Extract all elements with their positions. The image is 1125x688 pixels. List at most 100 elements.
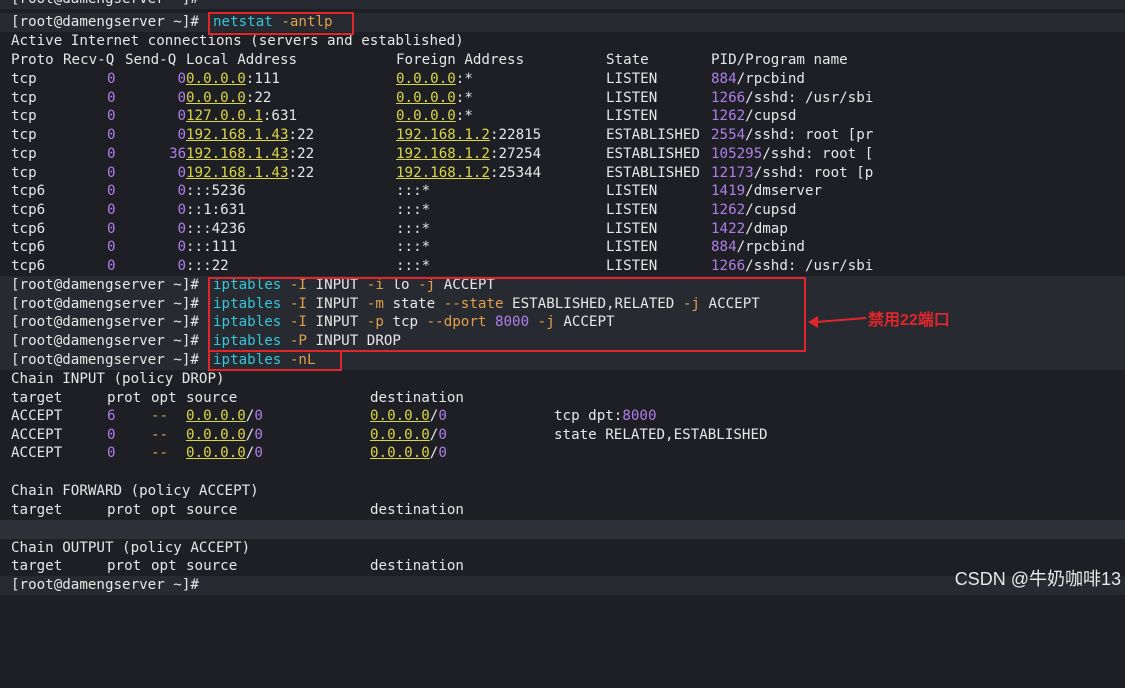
cell-foreign-address: 0.0.0.0:* [396, 89, 473, 106]
chain-output-header: Chain OUTPUT (policy ACCEPT) [0, 539, 1125, 558]
cell-recvq: 0 [107, 239, 116, 256]
cell-proto: tcp6 [11, 183, 46, 200]
annotation-label: 禁用22端口 [868, 312, 950, 329]
col-target: target [11, 390, 63, 406]
prompt-line: [root@damengserver ~]# iptables -nL [0, 351, 1125, 370]
cell-state: LISTEN [606, 71, 658, 87]
chain-header-text: Chain FORWARD (policy ACCEPT) [11, 483, 259, 499]
col-source: source [186, 390, 238, 406]
col-pid-program: PID/Program name [711, 52, 848, 68]
cell-destination: 0.0.0.0/0 [370, 426, 447, 443]
cell-state: LISTEN [606, 183, 658, 200]
cell-foreign-address: :::* [396, 220, 431, 237]
chain-cols: target prot opt source destination [0, 501, 1125, 520]
chain-header-text: Chain INPUT (policy DROP) [11, 371, 225, 387]
cell-local-address: 192.168.1.43:22 [186, 164, 315, 181]
cell-prot: 0 [107, 445, 116, 462]
prompt: [root@damengserver ~]# [11, 577, 199, 593]
cell-sendq: 0 [177, 201, 187, 218]
col-destination: destination [370, 390, 464, 406]
netstat-row: tcp6 0 0:::4236:::* LISTEN 1422/dmap [0, 219, 1125, 239]
cell-pid-program: 1266/sshd: /usr/sbi [711, 89, 874, 106]
cell-sendq: 0 [177, 164, 187, 181]
cell-foreign-address: :::* [396, 183, 431, 200]
cell-state: ESTABLISHED [606, 164, 700, 181]
col-target: target [11, 502, 63, 518]
col-sendq: Send-Q [125, 52, 177, 68]
cell-proto: tcp [11, 164, 37, 181]
cell-state: LISTEN [606, 89, 658, 106]
cell-proto: tcp [11, 108, 37, 125]
cell-foreign-address: 192.168.1.2:25344 [396, 164, 542, 181]
cell-foreign-address: 0.0.0.0:* [396, 71, 473, 87]
cell-pid-program: 1419/dmserver [711, 183, 823, 200]
cell-foreign-address: 192.168.1.2:27254 [396, 145, 542, 162]
cell-state: ESTABLISHED [606, 145, 700, 162]
cell-source: 0.0.0.0/0 [186, 408, 263, 424]
prompt: [root@damengserver ~]# [11, 277, 199, 293]
cell-recvq: 0 [107, 220, 116, 237]
cell-local-address: 0.0.0.0:22 [186, 89, 272, 106]
chain-rule-row: ACCEPT 0 -- 0.0.0.0/0 0.0.0.0/0 state RELATED… [0, 425, 1125, 445]
netstat-row: tcp 0 0 0.0.0.0:111 0.0.0.0:* LISTEN 884/rpcbi… [0, 70, 1125, 89]
col-local-address: Local Address [186, 52, 298, 68]
cell-state: LISTEN [606, 201, 658, 218]
netstat-row: tcp6 0 0:::111:::* LISTEN 884/rpcbind [0, 238, 1125, 257]
cell-sendq: 0 [177, 239, 187, 256]
cell-pid-program: 1262/cupsd [711, 108, 797, 125]
cell-local-address: :::5236 [186, 183, 246, 200]
cell-proto: tcp6 [11, 239, 46, 256]
cell-state: ESTABLISHED [606, 127, 700, 144]
cell-opt: -- [151, 408, 169, 424]
chain-header-text: Chain OUTPUT (policy ACCEPT) [11, 540, 251, 556]
cell-state: LISTEN [606, 220, 658, 237]
cell-state: LISTEN [606, 108, 658, 125]
col-opt: opt [151, 502, 177, 518]
cell-pid-program: 1262/cupsd [711, 201, 797, 218]
cell-sendq: 0 [177, 89, 187, 106]
cell-state: LISTEN [606, 258, 658, 274]
col-recvq: Recv-Q [63, 52, 115, 68]
cell-local-address: 127.0.0.1:631 [186, 108, 298, 125]
cell-proto: tcp [11, 89, 37, 106]
cell-recvq: 0 [107, 164, 116, 181]
cell-state: LISTEN [606, 239, 658, 256]
cell-local-address: 0.0.0.0:111 [186, 71, 280, 87]
cell-local-address: :::111 [186, 239, 238, 256]
cell-source: 0.0.0.0/0 [186, 445, 263, 462]
cell-destination: 0.0.0.0/0 [370, 408, 447, 424]
cell-foreign-address: :::* [396, 239, 431, 256]
terminal-window[interactable]: [root@damengserver ~]# [root@damengserve… [0, 0, 1125, 599]
cell-prot: 0 [107, 426, 116, 443]
cell-destination: 0.0.0.0/0 [370, 445, 447, 462]
cell-target: ACCEPT [11, 408, 63, 424]
netstat-row: tcp 0 0 192.168.1.43:22 192.168.1.2:25344 EST… [0, 163, 1125, 183]
cell-source: 0.0.0.0/0 [186, 426, 263, 443]
col-target: target [11, 558, 63, 574]
chain-rule-row: ACCEPT 6 -- 0.0.0.0/0 0.0.0.0/0 tcp dpt:8000 [0, 407, 1125, 426]
cell-recvq: 0 [107, 89, 116, 106]
prompt: [root@damengserver ~]# [11, 14, 199, 30]
col-source: source [186, 558, 238, 574]
cell-extra: state RELATED,ESTABLISHED [554, 426, 768, 443]
highlight-box-iptables-list [208, 350, 342, 371]
prompt: [root@damengserver ~]# [11, 314, 199, 331]
cell-opt: -- [151, 445, 169, 462]
cell-proto: tcp [11, 127, 37, 144]
cell-proto: tcp [11, 71, 37, 87]
cell-pid-program: 1266/sshd: /usr/sbi [711, 258, 874, 274]
prompt: [root@damengserver ~]# [11, 295, 199, 312]
cell-sendq: 0 [177, 258, 187, 274]
chain-cols: target prot opt source destination [0, 389, 1125, 408]
cell-recvq: 0 [107, 108, 116, 125]
cell-foreign-address: :::* [396, 258, 431, 274]
chain-input-header: Chain INPUT (policy DROP) [0, 370, 1125, 389]
cell-foreign-address: :::* [396, 201, 431, 218]
cell-proto: tcp [11, 145, 37, 162]
netstat-row: tcp 0 0 0.0.0.0:22 0.0.0.0:* LISTEN 1266/sshd:… [0, 88, 1125, 108]
cell-proto: tcp6 [11, 220, 46, 237]
col-prot: prot [107, 502, 142, 518]
prompt-line-partial: [root@damengserver ~]# [0, 0, 1125, 9]
col-state: State [606, 52, 649, 68]
netstat-row: tcp 0 36 192.168.1.43:22 192.168.1.2:27254 ES… [0, 144, 1125, 164]
